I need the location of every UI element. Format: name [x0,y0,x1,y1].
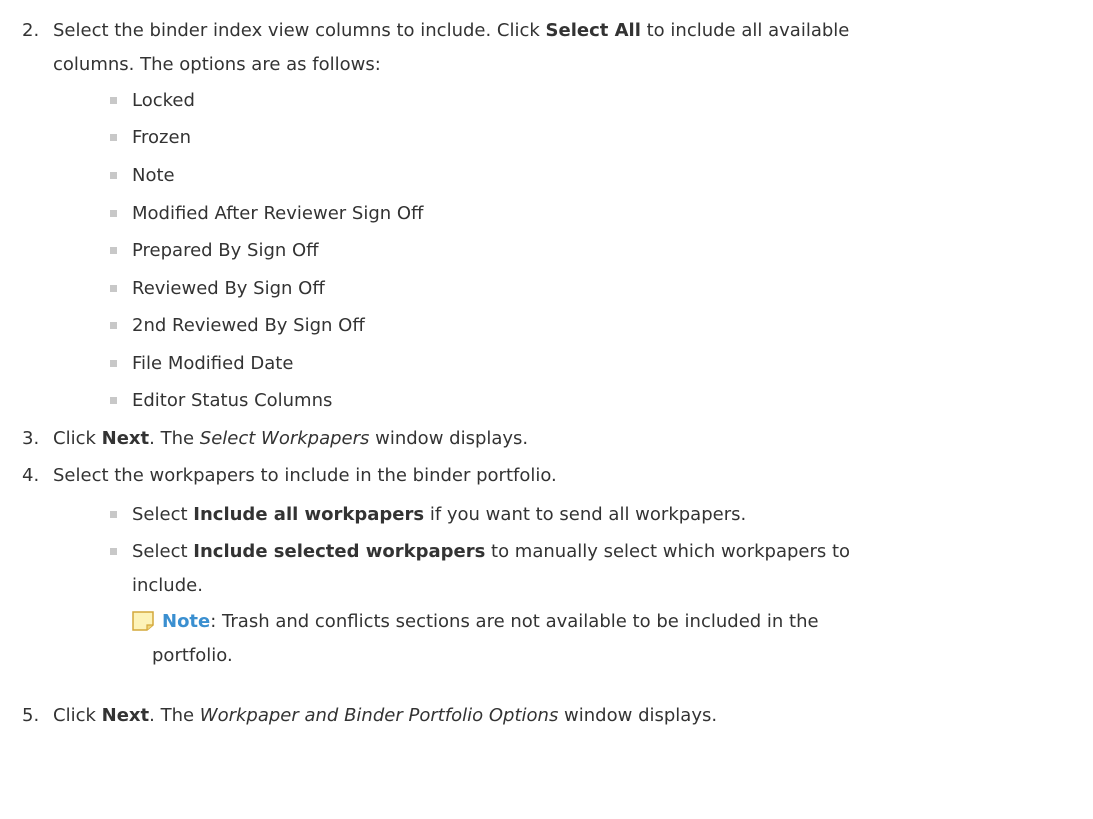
bullet-icon [110,360,117,367]
sub-1-post: if you want to send all workpapers. [424,504,747,525]
step-number: 4. [22,465,40,486]
next-label: Next [101,705,150,726]
note-line-1: Note: Trash and conflicts sections are n… [162,605,819,639]
step-3-mid: . The [149,428,200,449]
bullet-icon [110,285,117,292]
note-label: Note [162,611,211,632]
step-5-pre: Click [53,705,102,726]
list-item: Reviewed By Sign Off [132,278,325,299]
list-item: 2nd Reviewed By Sign Off [132,315,365,336]
include-all-label: Include all workpapers [193,504,425,525]
list-item: Modified After Reviewer Sign Off [132,203,424,224]
note-line-2: portfolio. [152,645,233,666]
note-text: : Trash and conflicts sections are not a… [210,611,819,632]
step-4-text: Select the workpapers to include in the … [53,465,557,486]
step-3-text: Click Next. The Select Workpapers window… [53,422,528,456]
include-selected-label: Include selected workpapers [193,541,486,562]
step-3-pre: Click [53,428,102,449]
list-item: Select Include all workpapers if you wan… [132,498,746,532]
bullet-icon [110,548,117,555]
select-all-label: Select All [545,20,641,41]
bullet-icon [110,322,117,329]
step-5-mid: . The [149,705,200,726]
next-label: Next [101,428,150,449]
list-item: Editor Status Columns [132,390,333,411]
sub-1-pre: Select [132,504,194,525]
window-name: Workpaper and Binder Portfolio Options [199,705,559,726]
step-number: 2. [22,20,40,41]
bullet-icon [110,97,117,104]
bullet-icon [110,397,117,404]
list-item: Select Include selected workpapers to ma… [132,535,850,569]
bullet-icon [110,247,117,254]
list-item: File Modified Date [132,353,294,374]
bullet-icon [110,511,117,518]
step-2-line-2: columns. The options are as follows: [53,54,381,75]
sub-2-post: to manually select which workpapers to [485,541,851,562]
note-icon [132,611,154,631]
bullet-icon [110,134,117,141]
list-item: Note [132,165,175,186]
step-2-text: Select the binder index view columns to … [53,20,546,41]
list-item: Prepared By Sign Off [132,240,319,261]
step-5-post: window displays. [558,705,718,726]
step-number: 3. [22,428,40,449]
list-item-continued: include. [132,575,203,596]
list-item: Locked [132,90,195,111]
sub-2-pre: Select [132,541,194,562]
step-5-text: Click Next. The Workpaper and Binder Por… [53,699,717,733]
bullet-icon [110,172,117,179]
step-3-post: window displays. [369,428,529,449]
list-item: Frozen [132,127,191,148]
step-number: 5. [22,705,40,726]
step-2-text-end: to include all available [640,20,850,41]
window-name: Select Workpapers [199,428,370,449]
step-2-line-1: Select the binder index view columns to … [53,14,849,48]
bullet-icon [110,210,117,217]
